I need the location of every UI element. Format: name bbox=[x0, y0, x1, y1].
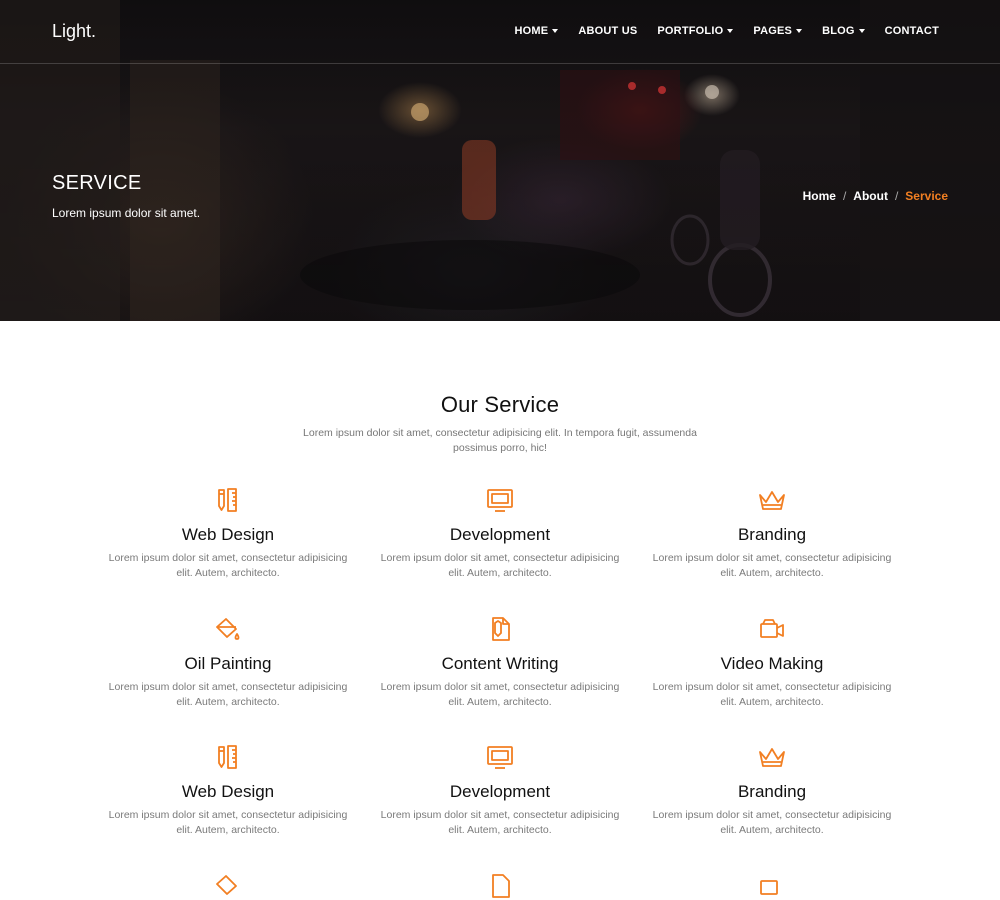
service-text: Lorem ipsum dolor sit amet, consectetur … bbox=[108, 809, 348, 836]
service-card-partial bbox=[636, 872, 908, 900]
service-text: Lorem ipsum dolor sit amet, consectetur … bbox=[380, 809, 620, 836]
service-text: Lorem ipsum dolor sit amet, consectetur … bbox=[652, 552, 892, 579]
service-card-content-writing: Content Writing Lorem ipsum dolor sit am… bbox=[364, 615, 636, 710]
document-pen-icon bbox=[492, 874, 510, 898]
nav-item-contact[interactable]: CONTACT bbox=[885, 25, 939, 37]
nav-item-label: PAGES bbox=[753, 25, 793, 37]
section-description: Lorem ipsum dolor sit amet, consectetur … bbox=[303, 427, 697, 454]
breadcrumb-home-link[interactable]: Home bbox=[803, 189, 836, 203]
hero-banner: Light. HOME ABOUT US PORTFOLIO PAGES BLO… bbox=[0, 0, 1000, 321]
service-title: Oil Painting bbox=[184, 654, 272, 673]
service-card-video-making: Video Making Lorem ipsum dolor sit amet,… bbox=[636, 615, 908, 710]
paint-bucket-icon bbox=[216, 618, 240, 640]
paint-bucket-icon bbox=[216, 875, 237, 895]
document-pen-icon bbox=[492, 617, 510, 641]
pencil-ruler-icon bbox=[218, 488, 237, 512]
service-card-partial bbox=[364, 872, 636, 900]
nav-item-label: HOME bbox=[514, 25, 549, 37]
service-text: Lorem ipsum dolor sit amet, consectetur … bbox=[380, 552, 620, 579]
service-text: Lorem ipsum dolor sit amet, consectetur … bbox=[652, 681, 892, 708]
service-title: Video Making bbox=[720, 654, 824, 673]
video-camera-icon bbox=[760, 619, 784, 638]
service-title: Development bbox=[449, 525, 551, 544]
nav-item-portfolio[interactable]: PORTFOLIO bbox=[657, 25, 734, 37]
caret-down-icon bbox=[858, 29, 865, 33]
breadcrumb-current: Service bbox=[905, 189, 948, 203]
service-card-oil-painting: Oil Painting Lorem ipsum dolor sit amet,… bbox=[92, 615, 364, 710]
monitor-icon bbox=[487, 746, 513, 769]
breadcrumb-separator: / bbox=[842, 189, 847, 203]
service-title: Web Design bbox=[181, 782, 275, 801]
nav-item-about-us[interactable]: ABOUT US bbox=[578, 25, 637, 37]
crown-icon bbox=[759, 748, 785, 767]
service-text: Lorem ipsum dolor sit amet, consectetur … bbox=[380, 681, 620, 708]
nav-item-blog[interactable]: BLOG bbox=[822, 25, 865, 37]
service-card-development: Development Lorem ipsum dolor sit amet, … bbox=[364, 486, 636, 581]
service-text: Lorem ipsum dolor sit amet, consectetur … bbox=[652, 809, 892, 836]
service-title: Development bbox=[449, 782, 551, 801]
pencil-ruler-icon bbox=[218, 745, 237, 769]
top-navbar: Light. HOME ABOUT US PORTFOLIO PAGES BLO… bbox=[0, 0, 1000, 64]
service-title: Branding bbox=[737, 782, 807, 801]
nav-item-pages[interactable]: PAGES bbox=[753, 25, 803, 37]
caret-down-icon bbox=[552, 29, 559, 33]
nav-item-label: CONTACT bbox=[884, 25, 939, 37]
service-title: Web Design bbox=[181, 525, 275, 544]
crown-icon bbox=[759, 491, 785, 510]
service-card-development: Development Lorem ipsum dolor sit amet, … bbox=[364, 743, 636, 838]
monitor-icon bbox=[487, 489, 513, 512]
service-card-branding: Branding Lorem ipsum dolor sit amet, con… bbox=[636, 743, 908, 838]
nav-item-label: BLOG bbox=[822, 25, 855, 37]
service-card-web-design: Web Design Lorem ipsum dolor sit amet, c… bbox=[92, 486, 364, 581]
nav-item-label: PORTFOLIO bbox=[657, 25, 724, 37]
site-logo[interactable]: Light. bbox=[52, 21, 96, 42]
service-title: Content Writing bbox=[441, 654, 559, 673]
page-subtitle: Lorem ipsum dolor sit amet. bbox=[52, 206, 201, 220]
service-text: Lorem ipsum dolor sit amet, consectetur … bbox=[108, 552, 348, 579]
service-title: Branding bbox=[737, 525, 807, 544]
section-title: Our Service bbox=[440, 392, 560, 417]
nav-item-home[interactable]: HOME bbox=[515, 25, 559, 37]
page-title: SERVICE bbox=[52, 172, 142, 194]
nav-item-label: ABOUT US bbox=[578, 25, 638, 37]
breadcrumb: Home / About / Service bbox=[803, 189, 948, 203]
breadcrumb-separator: / bbox=[894, 189, 899, 203]
main-menu: HOME ABOUT US PORTFOLIO PAGES BLOG CONTA… bbox=[515, 25, 939, 37]
service-text: Lorem ipsum dolor sit amet, consectetur … bbox=[108, 681, 348, 708]
caret-down-icon bbox=[796, 29, 803, 33]
service-card-branding: Branding Lorem ipsum dolor sit amet, con… bbox=[636, 486, 908, 581]
service-card-partial bbox=[92, 872, 364, 900]
breadcrumb-about-link[interactable]: About bbox=[853, 189, 888, 203]
video-camera-icon bbox=[760, 880, 778, 895]
caret-down-icon bbox=[727, 29, 734, 33]
service-card-web-design: Web Design Lorem ipsum dolor sit amet, c… bbox=[92, 743, 364, 838]
